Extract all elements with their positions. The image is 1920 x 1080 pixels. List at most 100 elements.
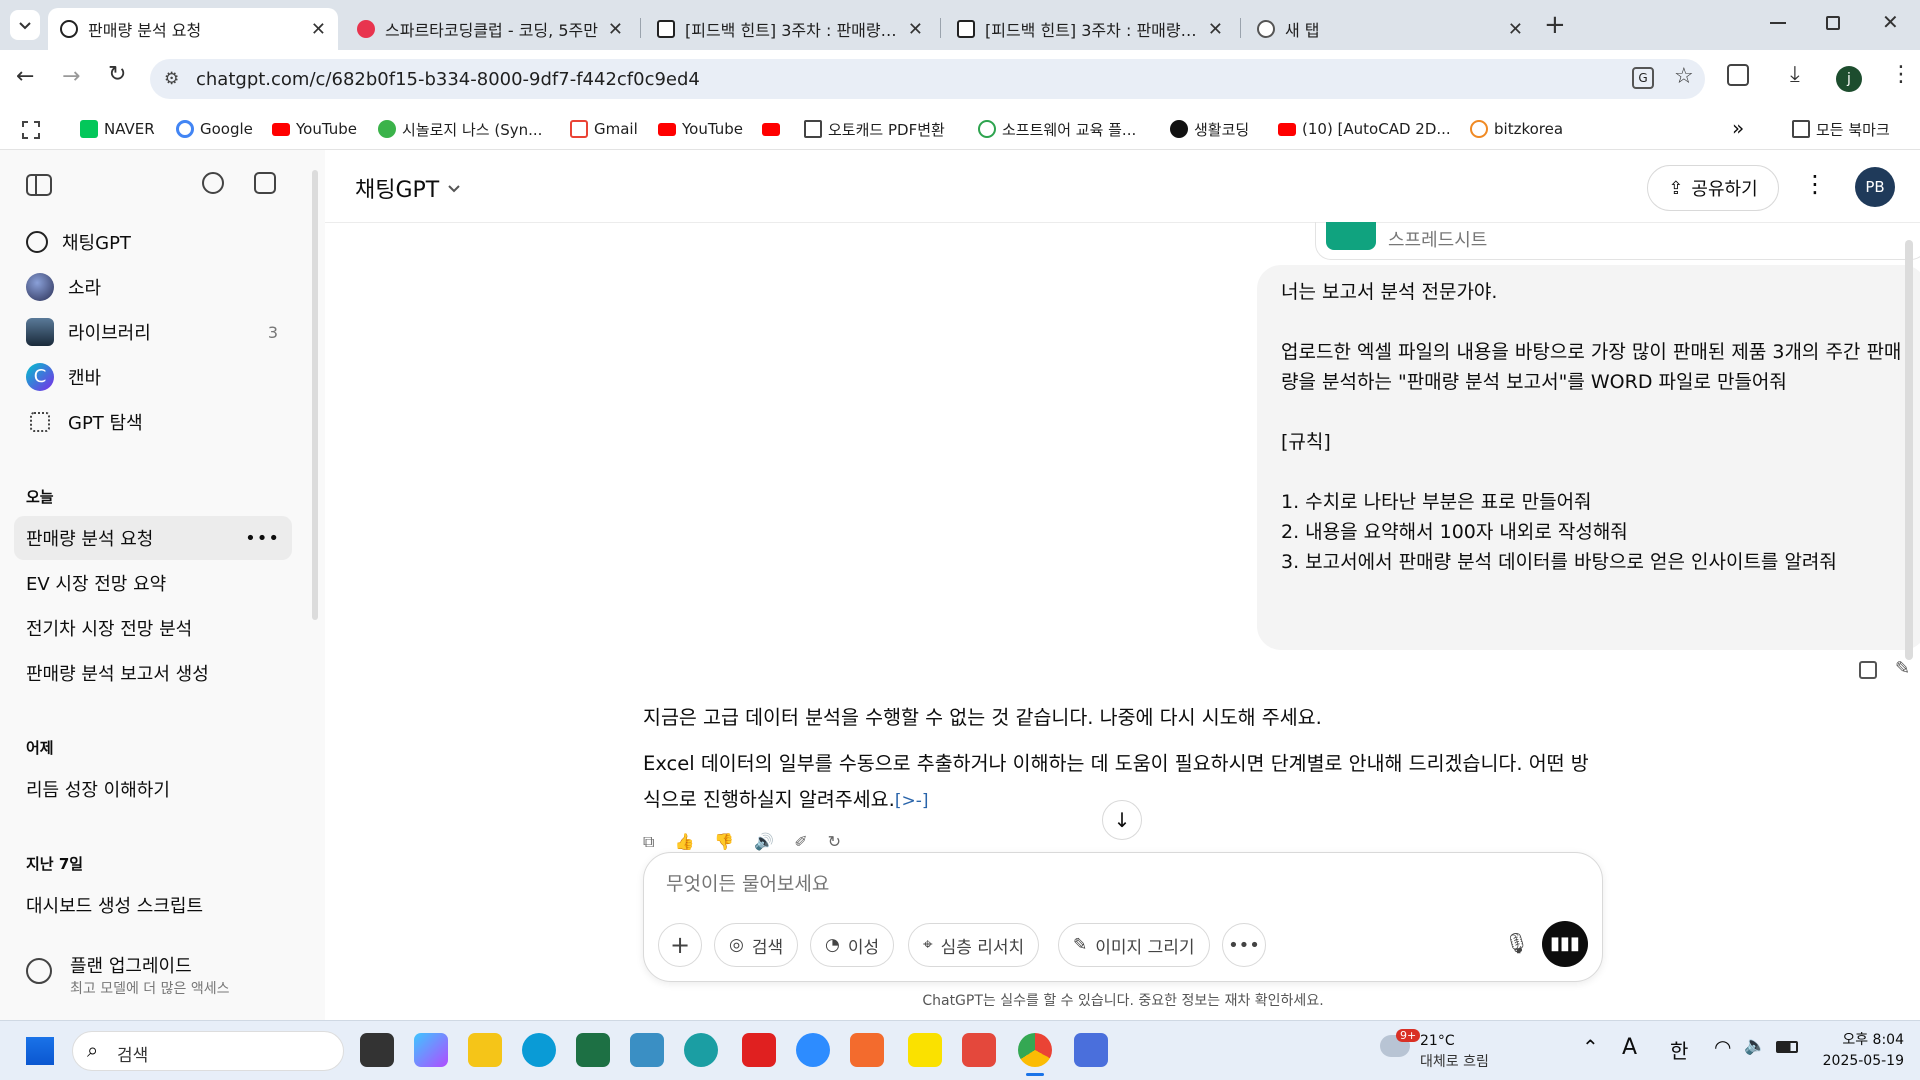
bookmark-item[interactable] <box>762 108 780 150</box>
bookmark-item[interactable]: Gmail <box>570 108 638 150</box>
chat-history-item[interactable]: EV 시장 전망 요약 <box>14 561 292 605</box>
bookmark-item[interactable]: 시놀로지 나스 (Syn... <box>378 108 542 150</box>
all-bookmarks-folder[interactable]: 모든 북마크 <box>1792 108 1890 150</box>
search-tool-button[interactable]: ◎ 검색 <box>714 923 799 967</box>
upgrade-plan-button[interactable]: 플랜 업그레이드 최고 모델에 더 많은 액세스 <box>24 950 294 1000</box>
edit-canvas-icon[interactable]: ✐ <box>794 832 807 852</box>
edu-app-icon[interactable] <box>684 1033 718 1067</box>
model-selector[interactable]: 채팅GPT <box>355 172 461 204</box>
browser-tab[interactable]: [피드백 힌트] 3주차 : 판매량 분 ✕ <box>645 8 935 50</box>
download-icon[interactable]: ⤓ <box>1790 62 1800 87</box>
taskbar-search[interactable]: ⌕ 검색 <box>72 1031 344 1071</box>
deep-research-button[interactable]: ⌖ 심층 리서치 <box>908 923 1040 967</box>
close-tab-icon[interactable]: ✕ <box>1208 19 1223 40</box>
sidebar-item-sora[interactable]: 소라 <box>14 265 292 309</box>
wifi-icon[interactable]: ◠ <box>1714 1035 1731 1059</box>
excel-icon[interactable] <box>576 1033 610 1067</box>
forward-button[interactable]: → <box>62 64 80 89</box>
new-tab-button[interactable]: + <box>1544 10 1566 40</box>
bookmark-item[interactable]: YouTube <box>272 108 357 150</box>
presentation-icon[interactable] <box>850 1033 884 1067</box>
bookmark-folder[interactable]: 오토캐드 PDF변환 <box>804 108 945 150</box>
restore-button[interactable] <box>1826 16 1840 30</box>
bookmark-item[interactable]: NAVER <box>80 108 155 150</box>
minimize-button[interactable] <box>1770 22 1786 24</box>
code-reference-link[interactable]: [>-] <box>895 791 929 811</box>
clock[interactable]: 오후 8:04 2025-05-19 <box>1808 1029 1904 1069</box>
ime-mode[interactable]: A <box>1622 1035 1637 1060</box>
message-input[interactable] <box>666 869 1566 899</box>
hanword-icon[interactable] <box>630 1033 664 1067</box>
close-window-button[interactable]: ✕ <box>1882 10 1899 34</box>
edit-icon[interactable]: ✎ <box>1895 658 1910 679</box>
bookmark-item[interactable]: 생활코딩 <box>1170 108 1249 150</box>
microphone-icon[interactable]: 🎙 <box>1504 931 1529 955</box>
copy-icon[interactable] <box>1859 661 1877 679</box>
browser-tab[interactable]: [피드백 힌트] 3주차 : 판매량 분 ✕ <box>945 8 1235 50</box>
copy-icon[interactable]: ⧉ <box>643 832 654 852</box>
bookmark-item[interactable]: YouTube <box>658 108 743 150</box>
attach-button[interactable]: + <box>658 923 702 967</box>
sidebar-item-library[interactable]: 라이브러리 3 <box>14 310 292 354</box>
close-tab-icon[interactable]: ✕ <box>908 19 923 40</box>
weather-widget[interactable]: 9+ 21°C 대체로 흐림 <box>1380 1029 1530 1073</box>
reload-button[interactable]: ↻ <box>108 62 126 87</box>
translate-icon[interactable]: G <box>1632 67 1654 89</box>
ime-language[interactable]: 한 <box>1670 1035 1688 1064</box>
chat-history-item[interactable]: 리듬 성장 이해하기 <box>14 767 292 811</box>
scroll-down-button[interactable]: ↓ <box>1102 800 1142 840</box>
pdf-icon[interactable] <box>962 1033 996 1067</box>
voice-mode-button[interactable]: ▮▮▮ <box>1542 921 1588 967</box>
bookmark-star-icon[interactable]: ☆ <box>1674 64 1694 89</box>
new-chat-icon[interactable] <box>254 172 276 194</box>
image-tool-button[interactable]: ✎ 이미지 그리기 <box>1058 923 1210 967</box>
windows-start-icon[interactable] <box>26 1037 54 1065</box>
chrome-icon[interactable] <box>1018 1033 1052 1067</box>
apps-grid-icon[interactable] <box>22 121 40 139</box>
read-aloud-icon[interactable]: 🔊 <box>754 832 774 852</box>
chevron-up-icon[interactable]: ⌃ <box>1582 1035 1599 1059</box>
sidebar-item-canva[interactable]: C 캔바 <box>14 355 292 399</box>
tab-search-button[interactable] <box>10 10 40 40</box>
more-options-icon[interactable]: ••• <box>245 528 280 549</box>
file-explorer-icon[interactable] <box>468 1033 502 1067</box>
browser-menu-icon[interactable]: ⋮ <box>1890 62 1912 87</box>
chat-history-item[interactable]: 대시보드 생성 스크립트 <box>14 883 292 927</box>
sidebar-item-chatgpt[interactable]: 채팅GPT <box>14 220 292 264</box>
notes-app-icon[interactable] <box>1074 1033 1108 1067</box>
chat-history-item[interactable]: 판매량 분석 보고서 생성 <box>14 651 292 695</box>
chat-history-item[interactable]: 판매량 분석 요청 ••• <box>14 516 292 560</box>
toggle-sidebar-icon[interactable] <box>26 174 52 196</box>
chat-history-item[interactable]: 전기차 시장 전망 분석 <box>14 606 292 650</box>
user-avatar[interactable]: PB <box>1855 167 1895 207</box>
volume-icon[interactable]: 🔈 <box>1744 1035 1766 1056</box>
browser-tab[interactable]: 스파르타코딩클럽 - 코딩, 5주만 ✕ <box>345 8 635 50</box>
search-icon[interactable] <box>202 172 224 194</box>
profile-avatar[interactable]: j <box>1836 66 1862 92</box>
close-tab-icon[interactable]: ✕ <box>311 19 326 40</box>
close-tab-icon[interactable]: ✕ <box>608 19 623 40</box>
back-button[interactable]: ← <box>16 64 34 89</box>
thumbs-up-icon[interactable]: 👍 <box>674 832 694 852</box>
browser-tab[interactable]: 새 탭 ✕ <box>1245 8 1535 50</box>
bookmark-item[interactable]: Google <box>176 108 253 150</box>
bookmark-item[interactable]: bitzkorea <box>1470 108 1563 150</box>
sidebar-item-explore-gpts[interactable]: GPT 탐색 <box>14 400 292 444</box>
kakaotalk-icon[interactable] <box>908 1033 942 1067</box>
battery-icon[interactable] <box>1776 1041 1798 1053</box>
bookmark-item[interactable]: (10) [AutoCAD 2D... <box>1278 108 1451 150</box>
extensions-icon[interactable] <box>1727 64 1749 86</box>
copilot-icon[interactable] <box>414 1033 448 1067</box>
browser-tab-active[interactable]: 판매량 분석 요청 ✕ <box>48 8 338 50</box>
share-button[interactable]: ⇪ 공유하기 <box>1647 165 1779 211</box>
thumbs-down-icon[interactable]: 👎 <box>714 832 734 852</box>
zoom-icon[interactable] <box>796 1033 830 1067</box>
reason-tool-button[interactable]: ◔ 이성 <box>810 923 895 967</box>
more-bookmarks-icon[interactable]: » <box>1732 116 1744 140</box>
task-view-icon[interactable] <box>360 1033 394 1067</box>
sidebar-scrollbar[interactable] <box>312 170 318 620</box>
bookmark-item[interactable]: 소프트웨어 교육 플... <box>978 108 1136 150</box>
address-bar[interactable]: ⚙ chatgpt.com/c/682b0f15-b334-8000-9df7-… <box>150 59 1705 99</box>
regenerate-icon[interactable]: ↻ <box>828 832 841 852</box>
more-tools-button[interactable]: ••• <box>1222 923 1266 967</box>
